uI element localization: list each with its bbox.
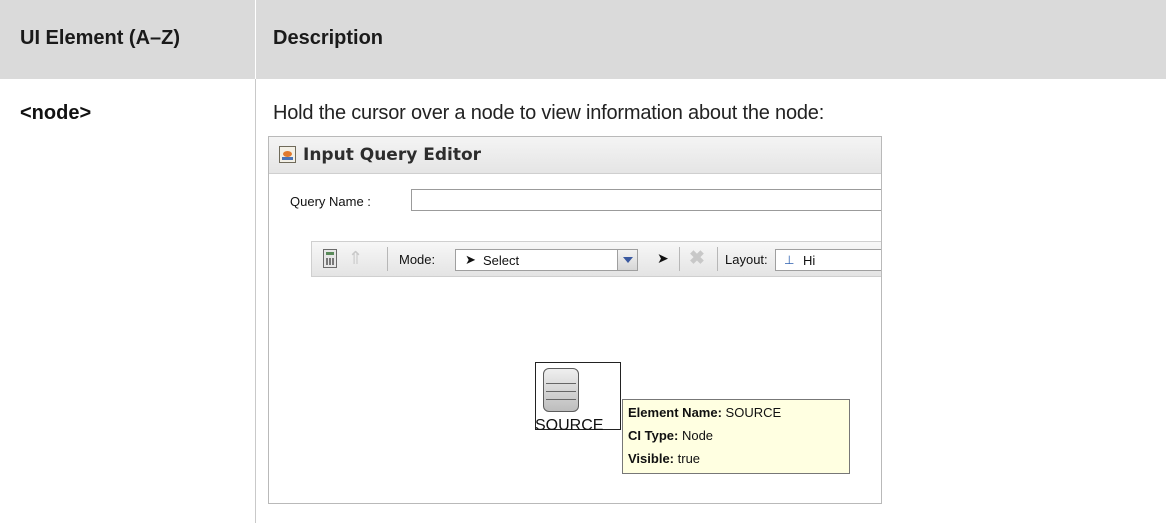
ui-element-table: UI Element (A–Z) Description <node> Hold… — [0, 0, 1166, 523]
java-cup-icon — [279, 146, 296, 163]
tooltip-value: SOURCE — [725, 405, 782, 420]
toolbar-separator — [717, 247, 718, 271]
column-divider — [255, 79, 256, 523]
database-icon — [543, 368, 579, 412]
pointer-icon: ➤ — [465, 252, 476, 267]
window-titlebar: Input Query Editor — [269, 137, 881, 174]
hierarchy-icon: ⊥ — [784, 253, 795, 267]
chevron-down-icon[interactable] — [617, 250, 637, 270]
database-ring — [546, 391, 576, 392]
query-name-label: Query Name : — [290, 194, 371, 209]
up-arrow-icon[interactable]: ⇑ — [348, 248, 363, 269]
layout-select[interactable]: ⊥ Hi — [775, 249, 881, 271]
tooltip-ci-type: CI Type: Node — [628, 428, 713, 443]
tooltip-element-name: Element Name: SOURCE — [628, 405, 781, 420]
input-query-editor-screenshot: Input Query Editor Query Name : ⇑ Mode: … — [268, 136, 882, 504]
header-description: Description — [273, 27, 384, 49]
row-description: Hold the cursor over a node to view info… — [273, 102, 825, 124]
mode-value: Select — [483, 253, 520, 268]
table-header: UI Element (A–Z) Description — [0, 0, 1166, 79]
database-ring — [546, 399, 576, 400]
editor-toolbar: ⇑ Mode: ➤ Select ➤ ✖ Layout: ⊥ Hi — [311, 241, 881, 277]
layout-value: Hi — [803, 253, 816, 268]
node-label: SOURCE — [535, 417, 604, 434]
tooltip-visible: Visible: true — [628, 451, 700, 466]
row-element-node: <node> — [20, 102, 92, 124]
layout-label: Layout: — [725, 252, 768, 267]
tooltip-key: CI Type: — [628, 428, 679, 443]
calculator-icon[interactable] — [323, 249, 337, 268]
toolbar-separator — [387, 247, 388, 271]
window-title: Input Query Editor — [303, 145, 482, 165]
toolbar-separator — [679, 247, 680, 271]
tooltip-value: true — [677, 451, 701, 466]
tooltip-value: Node — [681, 428, 714, 443]
database-ring — [546, 383, 576, 384]
mode-select[interactable]: ➤ Select — [455, 249, 638, 271]
pointer-icon[interactable]: ➤ — [657, 250, 669, 267]
header-divider — [255, 0, 256, 79]
tooltip-key: Element Name: — [628, 405, 722, 420]
node-tooltip: Element Name: SOURCE CI Type: Node Visib… — [622, 399, 850, 474]
mode-label: Mode: — [399, 252, 436, 267]
header-ui-element: UI Element (A–Z) — [20, 27, 181, 49]
delete-icon[interactable]: ✖ — [689, 247, 705, 270]
tooltip-key: Visible: — [628, 451, 675, 466]
query-name-input[interactable] — [411, 189, 881, 211]
